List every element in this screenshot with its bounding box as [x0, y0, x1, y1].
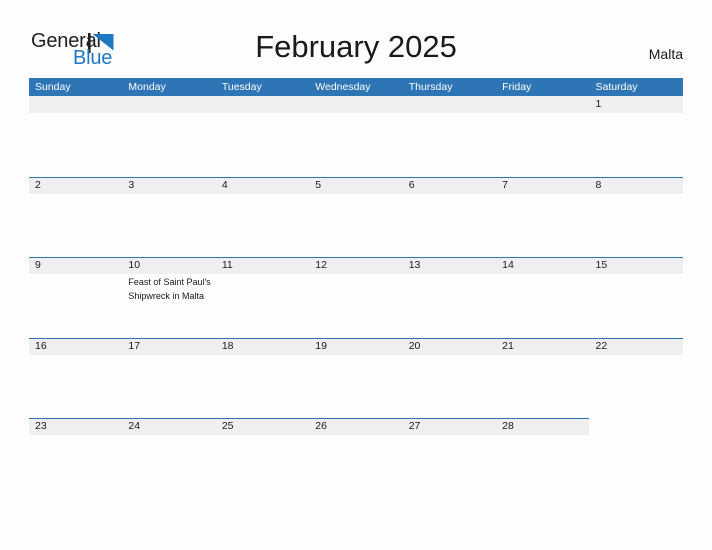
calendar-day-cell[interactable]: 3 — [122, 177, 215, 258]
day-number: 15 — [595, 259, 608, 271]
calendar-day-cell[interactable]: 11 — [216, 257, 309, 338]
calendar-day-cell[interactable] — [403, 96, 496, 177]
day-number: 23 — [35, 420, 47, 432]
day-number: 25 — [221, 420, 234, 432]
calendar-day-cell[interactable]: 21 — [496, 338, 589, 419]
calendar-day-cell[interactable]: 28 — [496, 418, 589, 499]
calendar-day-cell[interactable]: 5 — [309, 177, 402, 258]
calendar-day-cell[interactable]: 24 — [122, 418, 215, 499]
day-number: 22 — [595, 339, 608, 352]
weekday-header-friday: Friday — [502, 81, 532, 93]
calendar-week-row: 23 24 25 26 27 28 — [29, 418, 683, 499]
calendar-day-cell[interactable]: 12 — [309, 257, 402, 338]
day-number: 19 — [315, 339, 327, 352]
calendar-day-cell[interactable]: 14 — [496, 257, 589, 338]
calendar-day-cell[interactable]: 13 — [403, 257, 496, 338]
calendar-grid: Sunday Monday Tuesday Wednesday Thursday… — [29, 78, 683, 499]
calendar-day-cell[interactable]: 16 — [29, 338, 122, 419]
day-number: 12 — [315, 259, 327, 271]
page-header: General Blue February 2025 Malta — [0, 0, 712, 76]
calendar-week-row: 2 3 4 5 6 7 8 — [29, 176, 683, 258]
day-number: 11 — [221, 259, 233, 271]
calendar-day-cell[interactable]: 1 — [590, 96, 683, 177]
day-number: 27 — [408, 420, 421, 432]
page-title: February 2025 — [255, 29, 457, 64]
weekday-header-saturday: Saturday — [595, 81, 638, 93]
calendar-day-cell[interactable]: 25 — [216, 418, 309, 499]
day-number: 9 — [35, 259, 41, 271]
calendar-day-cell[interactable] — [309, 96, 402, 177]
calendar-day-cell[interactable]: 9 — [29, 257, 122, 338]
calendar-page: General Blue February 2025 Malta Sunday … — [0, 0, 712, 550]
calendar-day-cell[interactable]: 19 — [309, 338, 402, 419]
day-number: 24 — [128, 420, 141, 432]
day-number: 16 — [35, 339, 47, 352]
calendar-day-cell[interactable] — [496, 96, 589, 177]
weekday-header-row: Sunday Monday Tuesday Wednesday Thursday… — [29, 78, 683, 96]
day-number: 20 — [408, 339, 421, 352]
day-number: 5 — [315, 178, 322, 191]
day-number: 8 — [595, 178, 602, 191]
calendar-week-row: 16 17 18 19 20 21 22 — [29, 337, 683, 419]
calendar-day-cell[interactable]: 15 — [590, 257, 683, 338]
day-number: 2 — [35, 178, 41, 191]
calendar-day-cell[interactable]: 18 — [216, 338, 309, 419]
day-number: 21 — [502, 339, 514, 352]
day-number: 17 — [128, 339, 141, 352]
calendar-day-cell[interactable]: 2 — [29, 177, 122, 258]
calendar-day-cell[interactable]: 6 — [403, 177, 496, 258]
calendar-day-cell[interactable]: 4 — [216, 177, 309, 258]
calendar-day-cell[interactable] — [590, 418, 683, 499]
weekday-header-sunday: Sunday — [35, 81, 71, 93]
holiday-event: Feast of Saint Paul's Shipwreck in Malta — [128, 277, 211, 301]
day-events: Feast of Saint Paul's Shipwreck in Malta — [128, 276, 215, 303]
country-label: Malta — [648, 46, 683, 62]
day-number: 28 — [502, 420, 514, 432]
day-number: 4 — [221, 178, 228, 191]
day-number: 6 — [408, 178, 415, 191]
calendar-day-cell[interactable]: 26 — [309, 418, 402, 499]
day-number: 18 — [221, 339, 234, 352]
calendar-day-cell[interactable]: 20 — [403, 338, 496, 419]
calendar-day-cell[interactable]: 10 Feast of Saint Paul's Shipwreck in Ma… — [122, 257, 215, 338]
weekday-header-thursday: Thursday — [408, 81, 453, 93]
calendar-week-row: 1 — [29, 96, 683, 177]
calendar-day-cell[interactable] — [122, 96, 215, 177]
day-number: 13 — [408, 259, 421, 271]
weekday-header-wednesday: Wednesday — [315, 81, 371, 93]
day-number: 7 — [502, 178, 508, 191]
weekday-header-tuesday: Tuesday — [221, 81, 262, 93]
calendar-day-cell[interactable]: 8 — [590, 177, 683, 258]
day-number: 1 — [595, 98, 602, 110]
calendar-day-cell[interactable] — [29, 96, 122, 177]
day-number: 26 — [315, 420, 327, 432]
day-number: 3 — [128, 178, 135, 191]
calendar-day-cell[interactable]: 23 — [29, 418, 122, 499]
calendar-day-cell[interactable]: 17 — [122, 338, 215, 419]
day-number: 14 — [502, 259, 514, 271]
calendar-day-cell[interactable]: 22 — [590, 338, 683, 419]
calendar-week-row: 9 10 Feast of Saint Paul's Shipwreck in … — [29, 257, 683, 338]
weekday-header-monday: Monday — [128, 81, 166, 93]
calendar-day-cell[interactable]: 27 — [403, 418, 496, 499]
calendar-day-cell[interactable]: 7 — [496, 177, 589, 258]
calendar-day-cell[interactable] — [216, 96, 309, 177]
day-number: 10 — [128, 259, 141, 271]
